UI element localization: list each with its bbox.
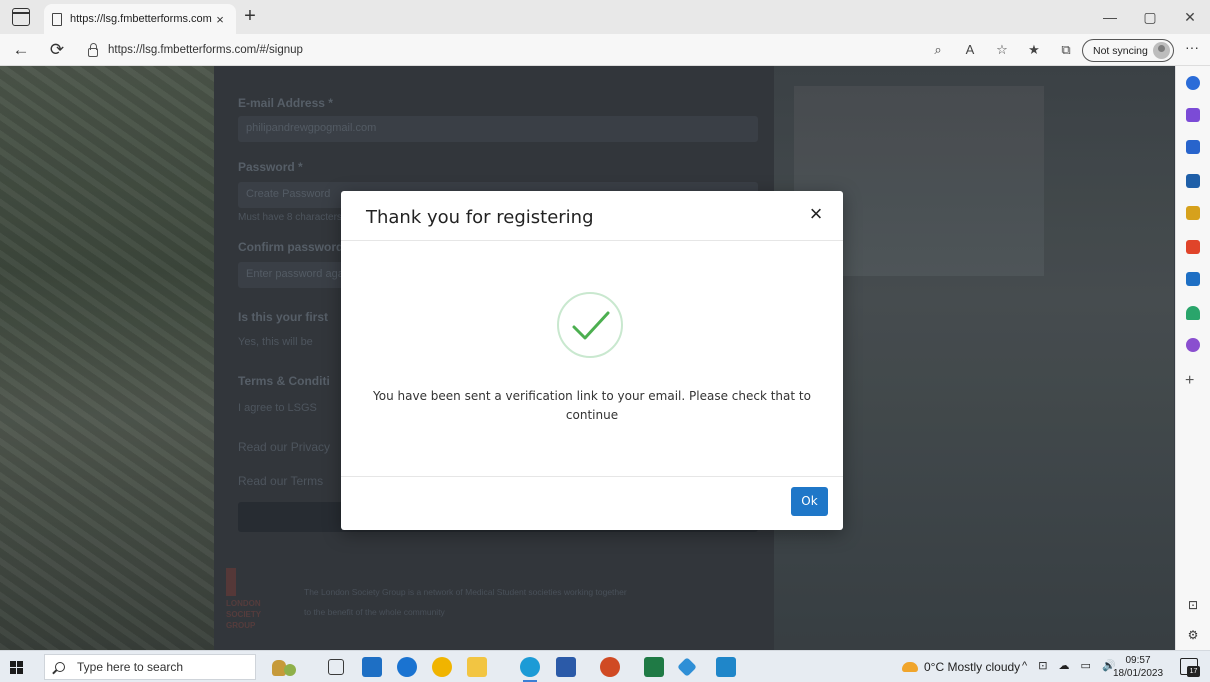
modal-title: Thank you for registering <box>366 207 594 228</box>
registration-success-modal: Thank you for registering × You have bee… <box>341 191 843 530</box>
search-highlight-icon[interactable] <box>268 654 298 680</box>
back-button[interactable]: ← <box>8 38 34 62</box>
edge-sidebar: + ⊡ ⚙ <box>1175 66 1210 650</box>
task-view-icon[interactable] <box>328 659 344 675</box>
browser-tab-active[interactable]: https://lsg.fmbetterforms.com/# × <box>44 4 236 34</box>
new-tab-button[interactable]: + <box>238 5 262 29</box>
favorite-add-icon[interactable]: ☆ <box>988 38 1016 62</box>
read-aloud-icon[interactable]: A <box>956 38 984 62</box>
tab-actions-icon[interactable] <box>12 8 30 26</box>
search-glass-icon <box>55 662 65 672</box>
notification-center-icon[interactable]: 17 <box>1180 658 1200 677</box>
powerpoint-icon[interactable] <box>600 657 620 677</box>
internet-explorer-icon[interactable] <box>397 657 417 677</box>
success-check-icon <box>557 292 623 358</box>
close-window-button[interactable]: ✕ <box>1170 0 1210 34</box>
file-explorer-icon[interactable] <box>467 657 487 677</box>
shopping-tag-icon[interactable] <box>1186 140 1200 154</box>
browser-tab-strip: https://lsg.fmbetterforms.com/# × + — ▢ … <box>0 0 1210 34</box>
more-menu-button[interactable]: ··· <box>1180 39 1204 61</box>
taskbar-search-input[interactable]: Type here to search <box>44 654 256 680</box>
weather-text: 0°C Mostly cloudy <box>924 660 1021 674</box>
outlook-app-icon[interactable] <box>362 657 382 677</box>
collections-icon[interactable]: ⧉ <box>1052 38 1080 62</box>
sync-label: Not syncing <box>1093 44 1148 57</box>
clock-date: 18/01/2023 <box>1113 668 1164 679</box>
browser-toolbar: ← ⟳ https://lsg.fmbetterforms.com/#/sign… <box>0 34 1210 66</box>
profile-sync-button[interactable]: Not syncing <box>1082 39 1174 62</box>
excel-icon[interactable] <box>644 657 664 677</box>
notification-count: 17 <box>1187 666 1200 677</box>
windows-taskbar: Type here to search 0°C Mostly cloudy ^ … <box>0 650 1210 682</box>
copilot-icon[interactable] <box>1186 108 1200 122</box>
tools-icon[interactable] <box>1186 174 1200 188</box>
word-icon[interactable] <box>556 657 576 677</box>
refresh-button[interactable]: ⟳ <box>44 38 70 62</box>
add-sidebar-app-button[interactable]: + <box>1185 372 1194 390</box>
taskbar-search-placeholder: Type here to search <box>77 660 184 674</box>
avatar <box>1153 42 1170 59</box>
search-page-icon[interactable]: ⌕ <box>924 38 952 62</box>
search-icon[interactable] <box>1186 76 1200 90</box>
games-icon[interactable] <box>1186 206 1200 220</box>
taskbar-clock[interactable]: 09:57 18/01/2023 <box>1113 654 1163 680</box>
restore-button[interactable]: ▢ <box>1130 0 1170 34</box>
tree-icon[interactable] <box>1186 306 1200 320</box>
office-icon[interactable] <box>1186 240 1200 254</box>
settings-icon[interactable]: ⚙ <box>1186 628 1200 642</box>
ok-button[interactable]: Ok <box>791 487 828 516</box>
chrome-icon[interactable] <box>432 657 452 677</box>
windows-start-icon[interactable] <box>10 661 23 674</box>
sidebar-panel-icon[interactable]: ⊡ <box>1186 598 1200 612</box>
system-tray-icons[interactable]: ^ ⊡ ☁ ▭ 🔊 <box>1022 659 1120 672</box>
snipping-tool-icon[interactable] <box>677 657 697 677</box>
toolbar-icons: ⌕ A ☆ ★ ⧉ <box>924 38 1080 62</box>
modal-close-button[interactable]: × <box>805 203 827 226</box>
address-bar[interactable]: https://lsg.fmbetterforms.com/#/signup <box>88 38 308 62</box>
outlook-icon[interactable] <box>1186 272 1200 286</box>
circle-app-icon[interactable] <box>1186 338 1200 352</box>
window-controls: — ▢ ✕ <box>1090 0 1210 34</box>
tab-title: https://lsg.fmbetterforms.com/# <box>70 13 212 25</box>
lock-icon <box>88 42 98 57</box>
sway-icon[interactable] <box>716 657 736 677</box>
page-icon <box>52 12 62 26</box>
modal-message: You have been sent a verification link t… <box>373 389 811 422</box>
tab-close-button[interactable]: × <box>212 12 228 27</box>
weather-widget[interactable]: 0°C Mostly cloudy <box>902 655 1020 679</box>
weather-cloud-icon <box>902 662 918 672</box>
modal-header: Thank you for registering × <box>341 191 843 241</box>
clock-time: 09:57 <box>1125 655 1151 666</box>
edge-icon[interactable] <box>520 657 540 682</box>
favorites-icon[interactable]: ★ <box>1020 38 1048 62</box>
address-text: https://lsg.fmbetterforms.com/#/signup <box>108 44 303 56</box>
minimize-button[interactable]: — <box>1090 0 1130 34</box>
modal-footer: Ok <box>341 476 843 530</box>
